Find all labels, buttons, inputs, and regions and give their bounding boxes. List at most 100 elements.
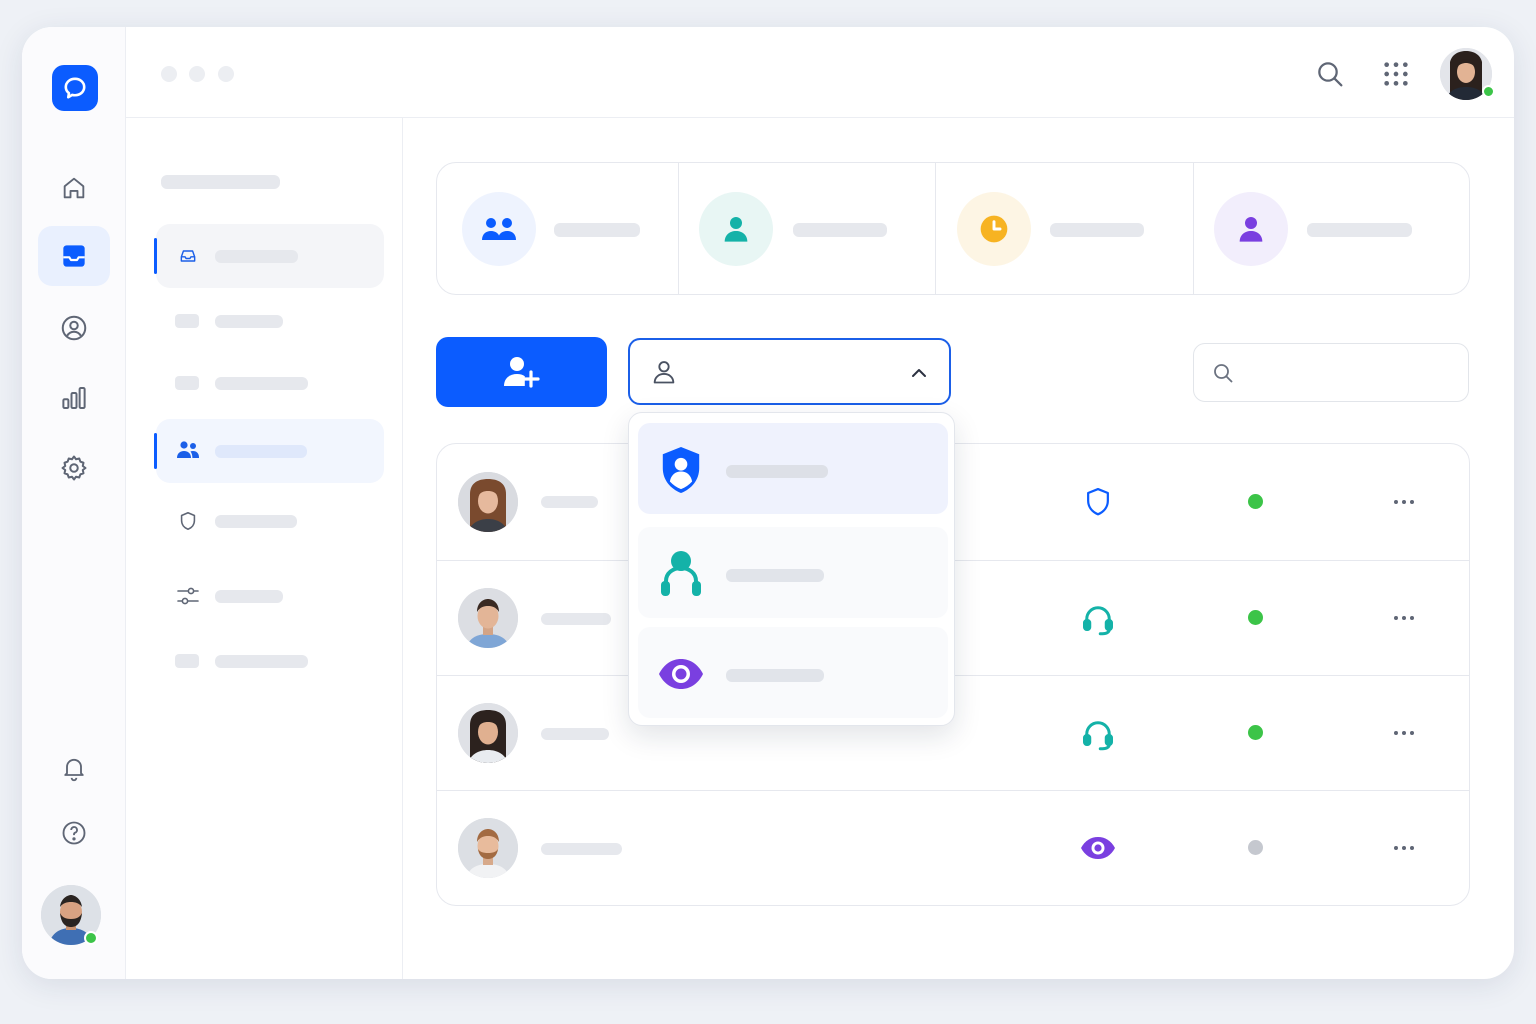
apps-grid-icon (1384, 62, 1408, 86)
status-online (1248, 725, 1263, 740)
member-avatar (458, 703, 518, 763)
user-plus-icon (503, 357, 540, 388)
role-option-label-placeholder (726, 465, 828, 478)
eye-icon (659, 659, 703, 689)
role-option-admin[interactable] (638, 423, 948, 514)
chevron-up-icon (912, 369, 926, 377)
inbox-icon (180, 250, 196, 262)
placeholder-icon (175, 376, 199, 390)
nav-item[interactable] (156, 629, 384, 693)
nav-item-security[interactable] (156, 489, 384, 553)
nav-item-label-placeholder (215, 590, 283, 603)
secondary-nav (126, 118, 403, 979)
member-avatar (458, 588, 518, 648)
nav-item[interactable] (156, 289, 384, 353)
bar-chart-icon (62, 387, 86, 409)
stat-icon-bg (1214, 192, 1288, 266)
apps-grid-button[interactable] (1382, 60, 1410, 88)
status-online (1248, 494, 1263, 509)
eye-icon (1081, 837, 1115, 859)
role-option-label-placeholder (726, 669, 824, 682)
role-dropdown-menu (628, 412, 955, 726)
add-member-button[interactable] (436, 337, 607, 407)
nav-item-label-placeholder (215, 315, 283, 328)
icon-rail (22, 27, 126, 979)
chat-bubble-icon (64, 77, 86, 99)
top-bar (126, 27, 1514, 118)
row-more-button[interactable] (1389, 494, 1419, 510)
stat-pending[interactable] (936, 163, 1193, 294)
stat-icon-bg (699, 192, 773, 266)
row-more-button[interactable] (1389, 725, 1419, 741)
search-icon (1318, 62, 1343, 87)
nav-item-inbox[interactable] (154, 224, 384, 288)
global-search-button[interactable] (1314, 58, 1346, 90)
users-icon (177, 441, 199, 458)
shield-icon (1087, 487, 1109, 516)
user-circle-icon (61, 315, 87, 341)
rail-help-button[interactable] (38, 803, 110, 863)
role-option-icon (656, 649, 706, 699)
stat-label-placeholder (1050, 223, 1144, 237)
stats-card (436, 162, 1470, 295)
role-option-agent[interactable] (638, 527, 948, 618)
app-window (22, 27, 1514, 979)
stat-total-members[interactable] (437, 163, 678, 294)
shield-icon (180, 511, 196, 531)
nav-item-team[interactable] (154, 419, 384, 483)
member-avatar (458, 472, 518, 532)
stat-icon-bg (957, 192, 1031, 266)
topbar-user-status-online (1482, 85, 1495, 98)
sliders-icon (177, 587, 199, 605)
user-icon (1239, 217, 1263, 242)
nav-item-label-placeholder (215, 377, 308, 390)
nav-heading-placeholder (161, 175, 280, 189)
nav-active-indicator (154, 238, 157, 274)
member-name-placeholder (541, 496, 598, 508)
stat-icon-bg (462, 192, 536, 266)
member-name-placeholder (541, 613, 611, 625)
search-icon (1214, 364, 1233, 383)
nav-item-label-placeholder (215, 515, 297, 528)
placeholder-icon (175, 654, 199, 668)
row-more-button[interactable] (1389, 840, 1419, 856)
nav-item[interactable] (156, 351, 384, 415)
role-select[interactable] (628, 338, 951, 405)
user-icon (724, 217, 748, 242)
nav-item-label-placeholder (215, 445, 307, 458)
rail-contacts-button[interactable] (38, 298, 110, 358)
app-logo[interactable] (52, 65, 98, 111)
help-icon (62, 821, 86, 845)
user-icon (653, 361, 675, 384)
stat-label-placeholder (554, 223, 640, 237)
rail-reports-button[interactable] (38, 368, 110, 428)
users-icon (482, 218, 516, 240)
status-offline (1248, 840, 1263, 855)
stat-agents[interactable] (679, 163, 935, 294)
stat-viewers[interactable] (1194, 163, 1471, 294)
rail-settings-button[interactable] (38, 438, 110, 498)
shield-user-icon (662, 447, 700, 493)
current-user-status-online (84, 931, 98, 945)
inbox-icon (63, 245, 85, 267)
table-row[interactable] (437, 791, 1469, 906)
status-online (1248, 610, 1263, 625)
nav-item-label-placeholder (215, 250, 298, 263)
row-more-button[interactable] (1389, 610, 1419, 626)
nav-item-preferences[interactable] (156, 564, 384, 628)
member-avatar (458, 818, 518, 878)
member-search-input[interactable] (1193, 343, 1469, 402)
bell-icon (64, 758, 84, 782)
agent-icon (661, 551, 701, 596)
role-option-icon (656, 445, 706, 495)
gear-icon (61, 455, 87, 481)
window-dot (161, 66, 177, 82)
rail-home-button[interactable] (38, 158, 110, 218)
member-name-placeholder (541, 843, 622, 855)
role-option-viewer[interactable] (638, 627, 948, 718)
nav-active-indicator (154, 433, 157, 469)
headset-icon (1083, 606, 1113, 636)
rail-notifications-button[interactable] (38, 738, 110, 798)
rail-inbox-button[interactable] (38, 226, 110, 286)
role-option-label-placeholder (726, 569, 824, 582)
